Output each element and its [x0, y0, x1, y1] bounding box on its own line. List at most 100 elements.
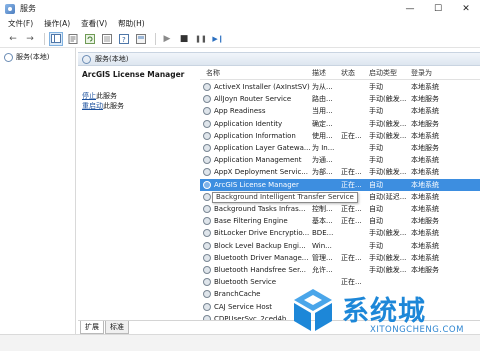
service-row[interactable]: Application Identity 确定... 手动(触发... 本地服务	[200, 118, 480, 130]
service-description-cell: 使用...	[312, 131, 333, 140]
restart-service-suffix: 此服务	[103, 102, 124, 110]
restart-service-icon[interactable]: ▶❙	[211, 32, 225, 46]
service-gear-icon	[203, 290, 211, 299]
service-logon-cell: 本地系统	[411, 180, 439, 189]
service-startup-type-cell: 手动	[369, 156, 383, 165]
column-header-log-on-as[interactable]: 登录为	[411, 66, 432, 79]
service-status-cell	[341, 105, 368, 117]
service-logon-cell: 本地系统	[411, 168, 439, 177]
selected-service-title: ArcGIS License Manager	[82, 70, 185, 79]
restart-service-link-row: 重启动此服务	[82, 101, 124, 111]
stop-service-link-row: 停止此服务	[82, 91, 117, 101]
service-row[interactable]: Block Level Backup Engi... Win... 手动 本地系统	[200, 240, 480, 252]
service-description-cell: Win...	[312, 241, 332, 250]
service-row[interactable]: ActiveX Installer (AxInstSV) 为从... 手动 本地系统	[200, 81, 480, 93]
minimize-button[interactable]: —	[396, 0, 424, 17]
menu-help[interactable]: 帮助(H)	[118, 18, 145, 29]
service-row[interactable]: Background Tasks Infras... 控制... 正在... 自动 本地…	[200, 203, 480, 215]
services-header-band: 服务(本地)	[78, 52, 480, 66]
forward-arrow-icon[interactable]: →	[23, 32, 37, 46]
service-startup-type-cell: 手动(触发...	[369, 253, 407, 262]
service-description-cell: 为 In...	[312, 144, 335, 152]
service-name-cell: Background Tasks Infras...	[214, 205, 306, 213]
service-name-cell: Block Level Backup Engi...	[214, 241, 306, 250]
service-gear-icon	[203, 83, 211, 91]
back-arrow-icon[interactable]: ←	[6, 32, 20, 46]
snap-in-icon[interactable]	[134, 32, 148, 46]
service-row[interactable]: AllJoyn Router Service 路由... 手动(触发... 本地服务	[200, 93, 480, 105]
column-header-description[interactable]: 描述	[312, 66, 326, 79]
service-status-cell: 正在...	[341, 205, 362, 213]
service-description-cell: 确定...	[312, 119, 333, 128]
service-logon-cell: 本地系统	[411, 107, 439, 116]
pause-service-icon[interactable]: ❚❚	[194, 32, 208, 46]
service-row[interactable]: App Readiness 当用... 手动 本地系统	[200, 105, 480, 117]
service-gear-icon	[203, 241, 211, 250]
column-header-name[interactable]: 名称	[206, 66, 220, 79]
tab-extended[interactable]: 扩展	[80, 321, 104, 334]
service-description-cell: 为部...	[312, 168, 333, 177]
service-startup-type-cell: 手动(触发...	[369, 168, 407, 177]
menu-bar: 文件(F) 操作(A) 查看(V) 帮助(H)	[0, 17, 480, 30]
refresh-icon[interactable]	[83, 32, 97, 46]
service-startup-type-cell: 自动	[369, 205, 383, 213]
service-row[interactable]: Base Filtering Engine 基本... 正在... 自动 本地服务	[200, 215, 480, 227]
column-header-startup-type[interactable]: 启动类型	[369, 66, 397, 79]
properties-sheet-icon[interactable]	[66, 32, 80, 46]
close-button[interactable]: ✕	[452, 0, 480, 17]
service-status-cell: 正在...	[341, 217, 362, 226]
restart-service-link[interactable]: 重启动	[82, 102, 103, 110]
console-tree-toggle-icon[interactable]	[49, 31, 63, 46]
menu-view[interactable]: 查看(V)	[81, 18, 107, 29]
service-status-cell: 正在...	[341, 131, 362, 140]
service-name-cell: Application Layer Gatewa...	[214, 144, 310, 152]
service-name-cell: AppX Deployment Servic...	[214, 168, 308, 177]
menu-file[interactable]: 文件(F)	[8, 18, 33, 29]
stop-service-icon[interactable]: ■	[177, 32, 191, 46]
menu-action[interactable]: 操作(A)	[44, 18, 70, 29]
service-name-cell: Base Filtering Engine	[214, 217, 288, 226]
service-gear-icon	[203, 119, 211, 128]
service-row[interactable]: BitLocker Drive Encryptio... BDE... 手动(触发.…	[200, 227, 480, 239]
help-icon[interactable]: ?	[117, 32, 131, 46]
service-gear-icon	[203, 168, 211, 177]
stop-service-link[interactable]: 停止	[82, 92, 96, 100]
service-row[interactable]: ArcGIS License Manager 正在... 自动 本地系统	[200, 178, 480, 191]
service-gear-icon	[203, 180, 211, 189]
service-row[interactable]: AppX Deployment Servic... 为部... 正在... 手动(触发…	[200, 166, 480, 178]
service-name-cell: Application Management	[214, 156, 302, 165]
toolbar-separator	[44, 32, 45, 45]
service-logon-cell: 本地系统	[411, 241, 439, 250]
service-row[interactable]: Bluetooth Driver Manage... 管理... 正在... 手动(触…	[200, 252, 480, 264]
header-band-label: 服务(本地)	[95, 55, 129, 63]
service-gear-icon	[203, 131, 211, 140]
service-detail-pane: ArcGIS License Manager 停止此服务 重启动此服务	[78, 66, 200, 320]
start-service-icon[interactable]: ▶	[160, 32, 174, 46]
service-gear-icon	[203, 278, 211, 287]
service-name-cell: Application Information	[214, 131, 296, 140]
service-row[interactable]: Bluetooth Handsfree Ser... 允许... 手动(触发... 本…	[200, 264, 480, 276]
service-startup-type-cell: 手动	[369, 107, 383, 116]
service-row[interactable]: Application Management 为通... 手动 本地系统	[200, 154, 480, 166]
service-row[interactable]: Application Layer Gatewa... 为 In... 手动 本地服务	[200, 142, 480, 154]
export-list-icon[interactable]	[100, 32, 114, 46]
tree-node-label: 服务(本地)	[16, 53, 50, 61]
column-header-status[interactable]: 状态	[341, 66, 355, 79]
service-startup-type-cell: 手动(触发...	[369, 131, 407, 140]
service-row[interactable]: Application Information 使用... 正在... 手动(触发..…	[200, 130, 480, 142]
service-name-tooltip: Background Intelligent Transfer Service	[212, 192, 358, 203]
service-gear-icon	[203, 229, 211, 238]
service-logon-cell: 本地系统	[411, 253, 439, 262]
watermark-url: XITONGCHENG.COM	[370, 325, 464, 335]
service-logon-cell: 本地系统	[411, 205, 439, 213]
service-logon-cell: 本地服务	[411, 144, 439, 152]
watermark-brand: 系统城	[342, 296, 426, 327]
maximize-button[interactable]: ☐	[424, 0, 452, 17]
services-gear-icon	[4, 52, 13, 62]
tree-node-services-local[interactable]: 服务(本地)	[4, 52, 49, 62]
service-description-cell	[312, 179, 340, 191]
tab-standard[interactable]: 标准	[105, 321, 129, 334]
service-status-cell: 正在...	[341, 253, 362, 262]
service-description-cell: 管理...	[312, 253, 333, 262]
service-status-cell	[341, 227, 368, 239]
